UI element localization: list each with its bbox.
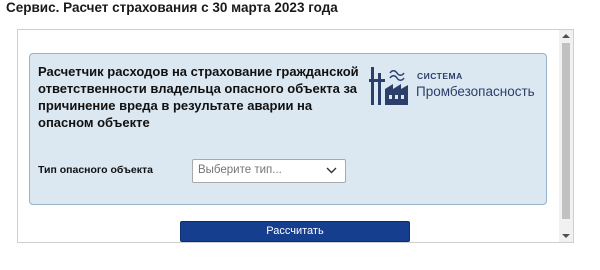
brand-top-text: СИСТЕМА <box>417 71 463 81</box>
chevron-down-icon <box>326 167 337 174</box>
brand-logo: СИСТЕМА Промбезопасность <box>368 65 548 110</box>
calculator-title: Расчетчик расходов на страхование гражда… <box>38 64 359 130</box>
scrollbar[interactable] <box>559 30 573 242</box>
object-type-select[interactable]: Выберите тип... <box>192 159 346 183</box>
object-type-label: Тип опасного объекта <box>38 164 153 176</box>
select-placeholder: Выберите тип... <box>198 164 282 176</box>
factory-icon <box>369 67 408 105</box>
scroll-down-arrow-icon[interactable] <box>562 234 570 238</box>
calculator-panel: Расчетчик расходов на страхование гражда… <box>29 53 547 205</box>
scroll-up-arrow-icon[interactable] <box>562 34 570 38</box>
calculator-frame: Расчетчик расходов на страхование гражда… <box>17 29 574 243</box>
brand-name: Промбезопасность <box>416 84 535 99</box>
scroll-thumb[interactable] <box>562 43 570 219</box>
page-title: Сервис. Расчет страхования с 30 марта 20… <box>6 0 338 15</box>
calculate-button[interactable]: Рассчитать <box>180 221 410 242</box>
